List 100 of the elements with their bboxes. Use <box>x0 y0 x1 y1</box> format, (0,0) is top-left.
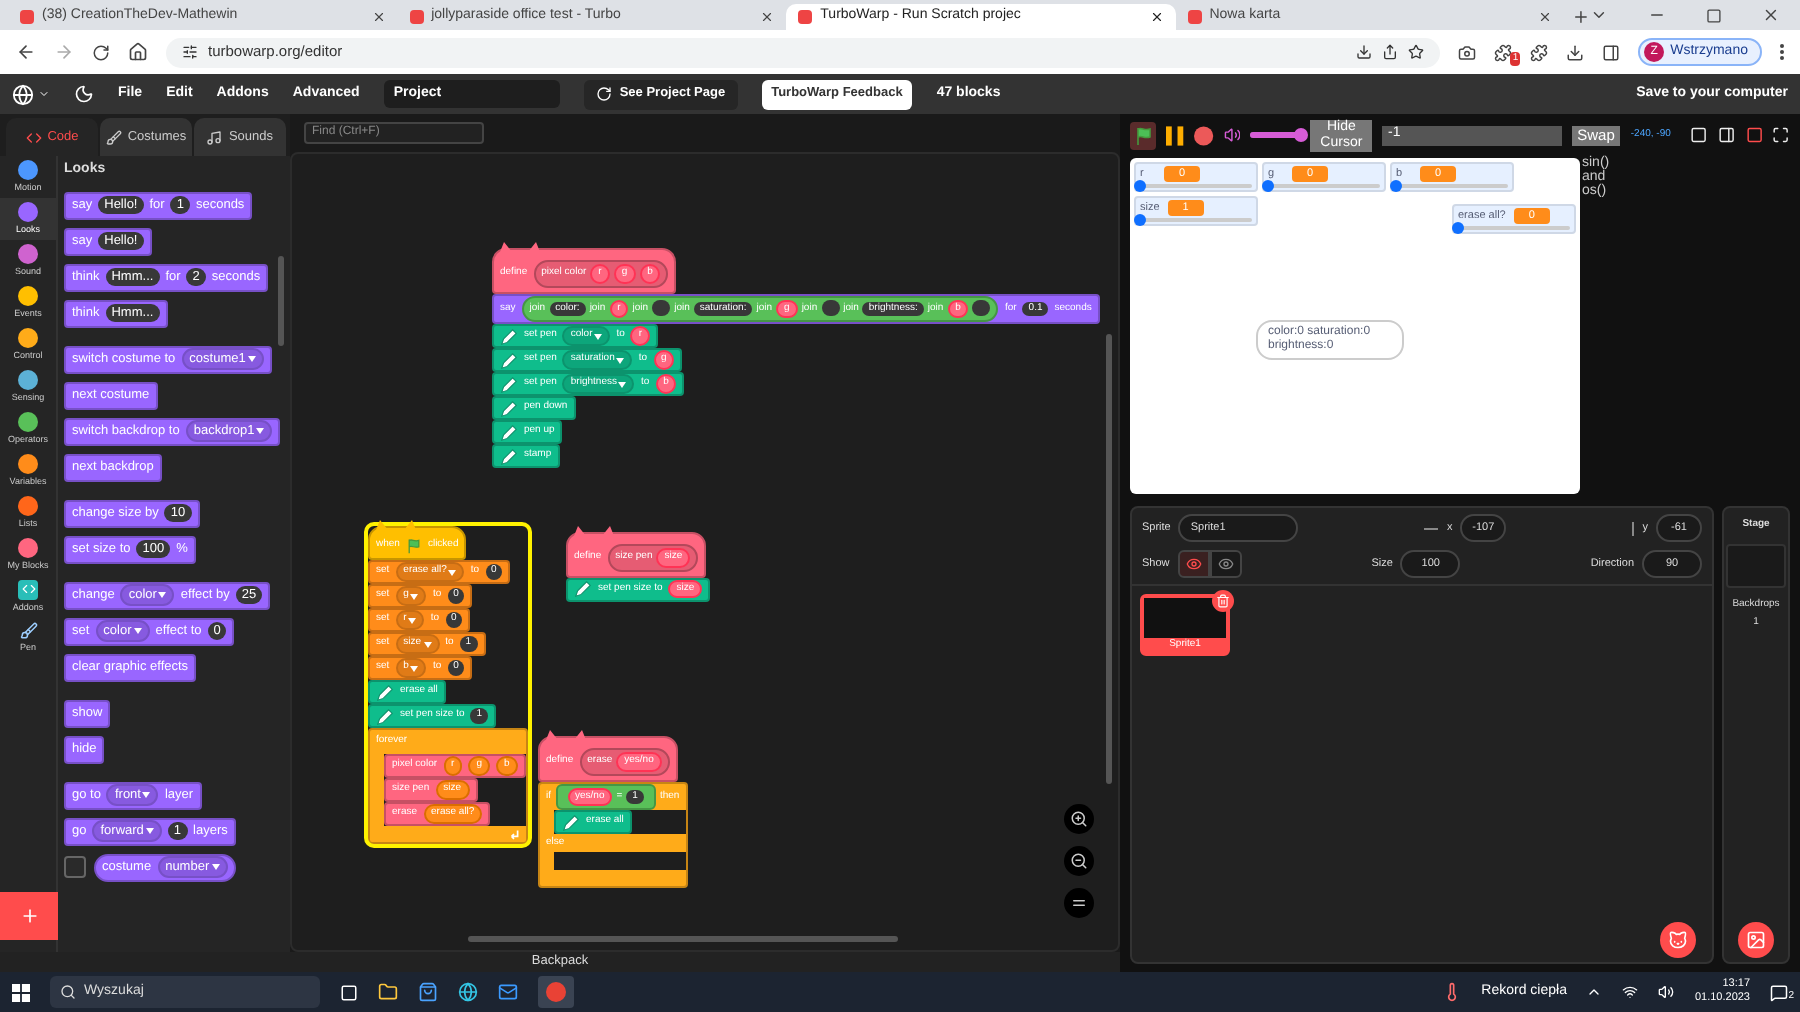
tray-chevron-icon[interactable] <box>1586 984 1603 1000</box>
caret-icon <box>410 593 419 599</box>
close-icon[interactable] <box>1538 10 1553 24</box>
scrollbar[interactable] <box>1106 334 1112 784</box>
caret-icon <box>145 828 154 834</box>
caret-icon <box>211 864 220 870</box>
plus-icon <box>19 906 39 926</box>
equals-icon <box>1070 894 1088 912</box>
home-icon[interactable] <box>128 42 148 62</box>
remix-icon <box>595 86 612 102</box>
slider-track[interactable] <box>1140 184 1252 189</box>
fullscreen-icon[interactable] <box>1772 126 1790 144</box>
reload-icon[interactable] <box>92 43 110 61</box>
caret-icon <box>142 792 151 798</box>
site-settings-icon[interactable] <box>182 44 198 60</box>
notifications-icon[interactable] <box>1770 983 1788 1001</box>
cat-icon <box>1668 930 1688 950</box>
maximize-icon[interactable] <box>1706 8 1723 24</box>
slider-thumb[interactable] <box>1134 214 1146 227</box>
network-icon[interactable] <box>1622 984 1639 1000</box>
slider-thumb[interactable] <box>1134 180 1146 193</box>
chrome-taskbar-button[interactable] <box>538 976 574 1008</box>
caret-icon <box>618 381 627 387</box>
caret-icon <box>408 617 417 623</box>
side-panel-icon[interactable] <box>1602 43 1621 61</box>
new-tab-icon[interactable] <box>1572 8 1591 26</box>
cat-ears-icon <box>374 520 418 530</box>
code-icon <box>25 129 42 145</box>
stage-mode-icon[interactable] <box>1745 126 1763 144</box>
task-view-icon[interactable] <box>340 983 358 1001</box>
scrollbar[interactable] <box>278 256 284 346</box>
extensions-icon[interactable] <box>1530 43 1549 61</box>
sound-icon <box>206 129 223 145</box>
delete-button[interactable] <box>1212 590 1234 612</box>
stage-thumbnail[interactable] <box>1726 543 1786 587</box>
volume-icon[interactable] <box>1658 984 1675 1000</box>
hide-sprite-button[interactable] <box>1209 550 1242 578</box>
mail-icon[interactable] <box>498 982 518 1002</box>
slider-track[interactable] <box>1268 184 1380 189</box>
store-icon[interactable] <box>418 982 438 1002</box>
caret-icon <box>256 428 265 434</box>
caret-icon <box>247 356 256 362</box>
flag-icon <box>405 538 422 554</box>
browser-icon[interactable] <box>458 982 478 1002</box>
caret-icon <box>158 592 167 598</box>
empty-input[interactable] <box>821 300 840 317</box>
zoom-out-icon <box>1070 852 1088 870</box>
cat-ears-icon <box>544 730 588 740</box>
scrollbar[interactable] <box>468 936 898 942</box>
tab-search-icon[interactable] <box>1590 6 1609 24</box>
close-icon[interactable] <box>1762 6 1780 24</box>
pause-icon[interactable] <box>1166 125 1185 145</box>
caret-icon <box>410 665 419 671</box>
pen-icon <box>19 622 37 641</box>
zoom-out-button[interactable] <box>1064 846 1094 876</box>
tab-favicon-icon <box>1187 10 1202 24</box>
slider-thumb[interactable] <box>1294 128 1309 142</box>
trash-icon <box>1216 594 1230 608</box>
camera-icon[interactable] <box>1458 43 1477 61</box>
windows-logo-icon[interactable] <box>12 983 30 1001</box>
show-sprite-button[interactable] <box>1177 550 1210 578</box>
back-icon[interactable] <box>16 42 36 62</box>
share-icon[interactable] <box>1382 44 1399 60</box>
tab-favicon-icon <box>20 10 34 24</box>
close-icon[interactable] <box>760 10 775 24</box>
extension-icon[interactable] <box>1494 43 1513 61</box>
stop-icon[interactable] <box>1194 125 1214 145</box>
slider-thumb[interactable] <box>1452 222 1464 235</box>
add-backdrop-button[interactable] <box>1738 922 1774 958</box>
close-icon[interactable] <box>1149 10 1164 24</box>
caret-icon <box>38 88 50 100</box>
eye-icon <box>1217 556 1234 572</box>
download-icon[interactable] <box>1566 43 1585 61</box>
caret-icon <box>423 641 432 647</box>
zoom-reset-button[interactable] <box>1064 888 1094 918</box>
image-icon <box>1746 930 1766 950</box>
install-icon[interactable] <box>1356 44 1373 60</box>
volume-icon[interactable] <box>1223 126 1241 144</box>
close-icon[interactable] <box>371 10 386 24</box>
bookmark-icon[interactable] <box>1408 44 1425 60</box>
empty-input[interactable] <box>652 300 671 317</box>
zoom-in-button[interactable] <box>1064 804 1094 834</box>
slider-track[interactable] <box>1140 218 1252 223</box>
caret-icon <box>133 628 142 634</box>
eye-icon <box>1185 556 1202 572</box>
theme-icon[interactable] <box>74 84 94 104</box>
slider-track[interactable] <box>1458 226 1570 231</box>
small-stage-icon[interactable] <box>1690 126 1709 144</box>
slider-track[interactable] <box>1396 184 1508 189</box>
caret-icon <box>616 357 625 363</box>
cat-ears-icon <box>572 526 616 536</box>
file-explorer-icon[interactable] <box>378 982 398 1002</box>
checkbox[interactable] <box>64 856 86 878</box>
slider-thumb[interactable] <box>1390 180 1402 193</box>
flag-button[interactable] <box>1130 121 1157 149</box>
language-icon[interactable] <box>12 83 34 105</box>
slider-thumb[interactable] <box>1262 180 1274 193</box>
add-sprite-button[interactable] <box>1660 922 1696 958</box>
large-stage-icon[interactable] <box>1718 126 1736 144</box>
tab-favicon-icon <box>798 10 813 24</box>
